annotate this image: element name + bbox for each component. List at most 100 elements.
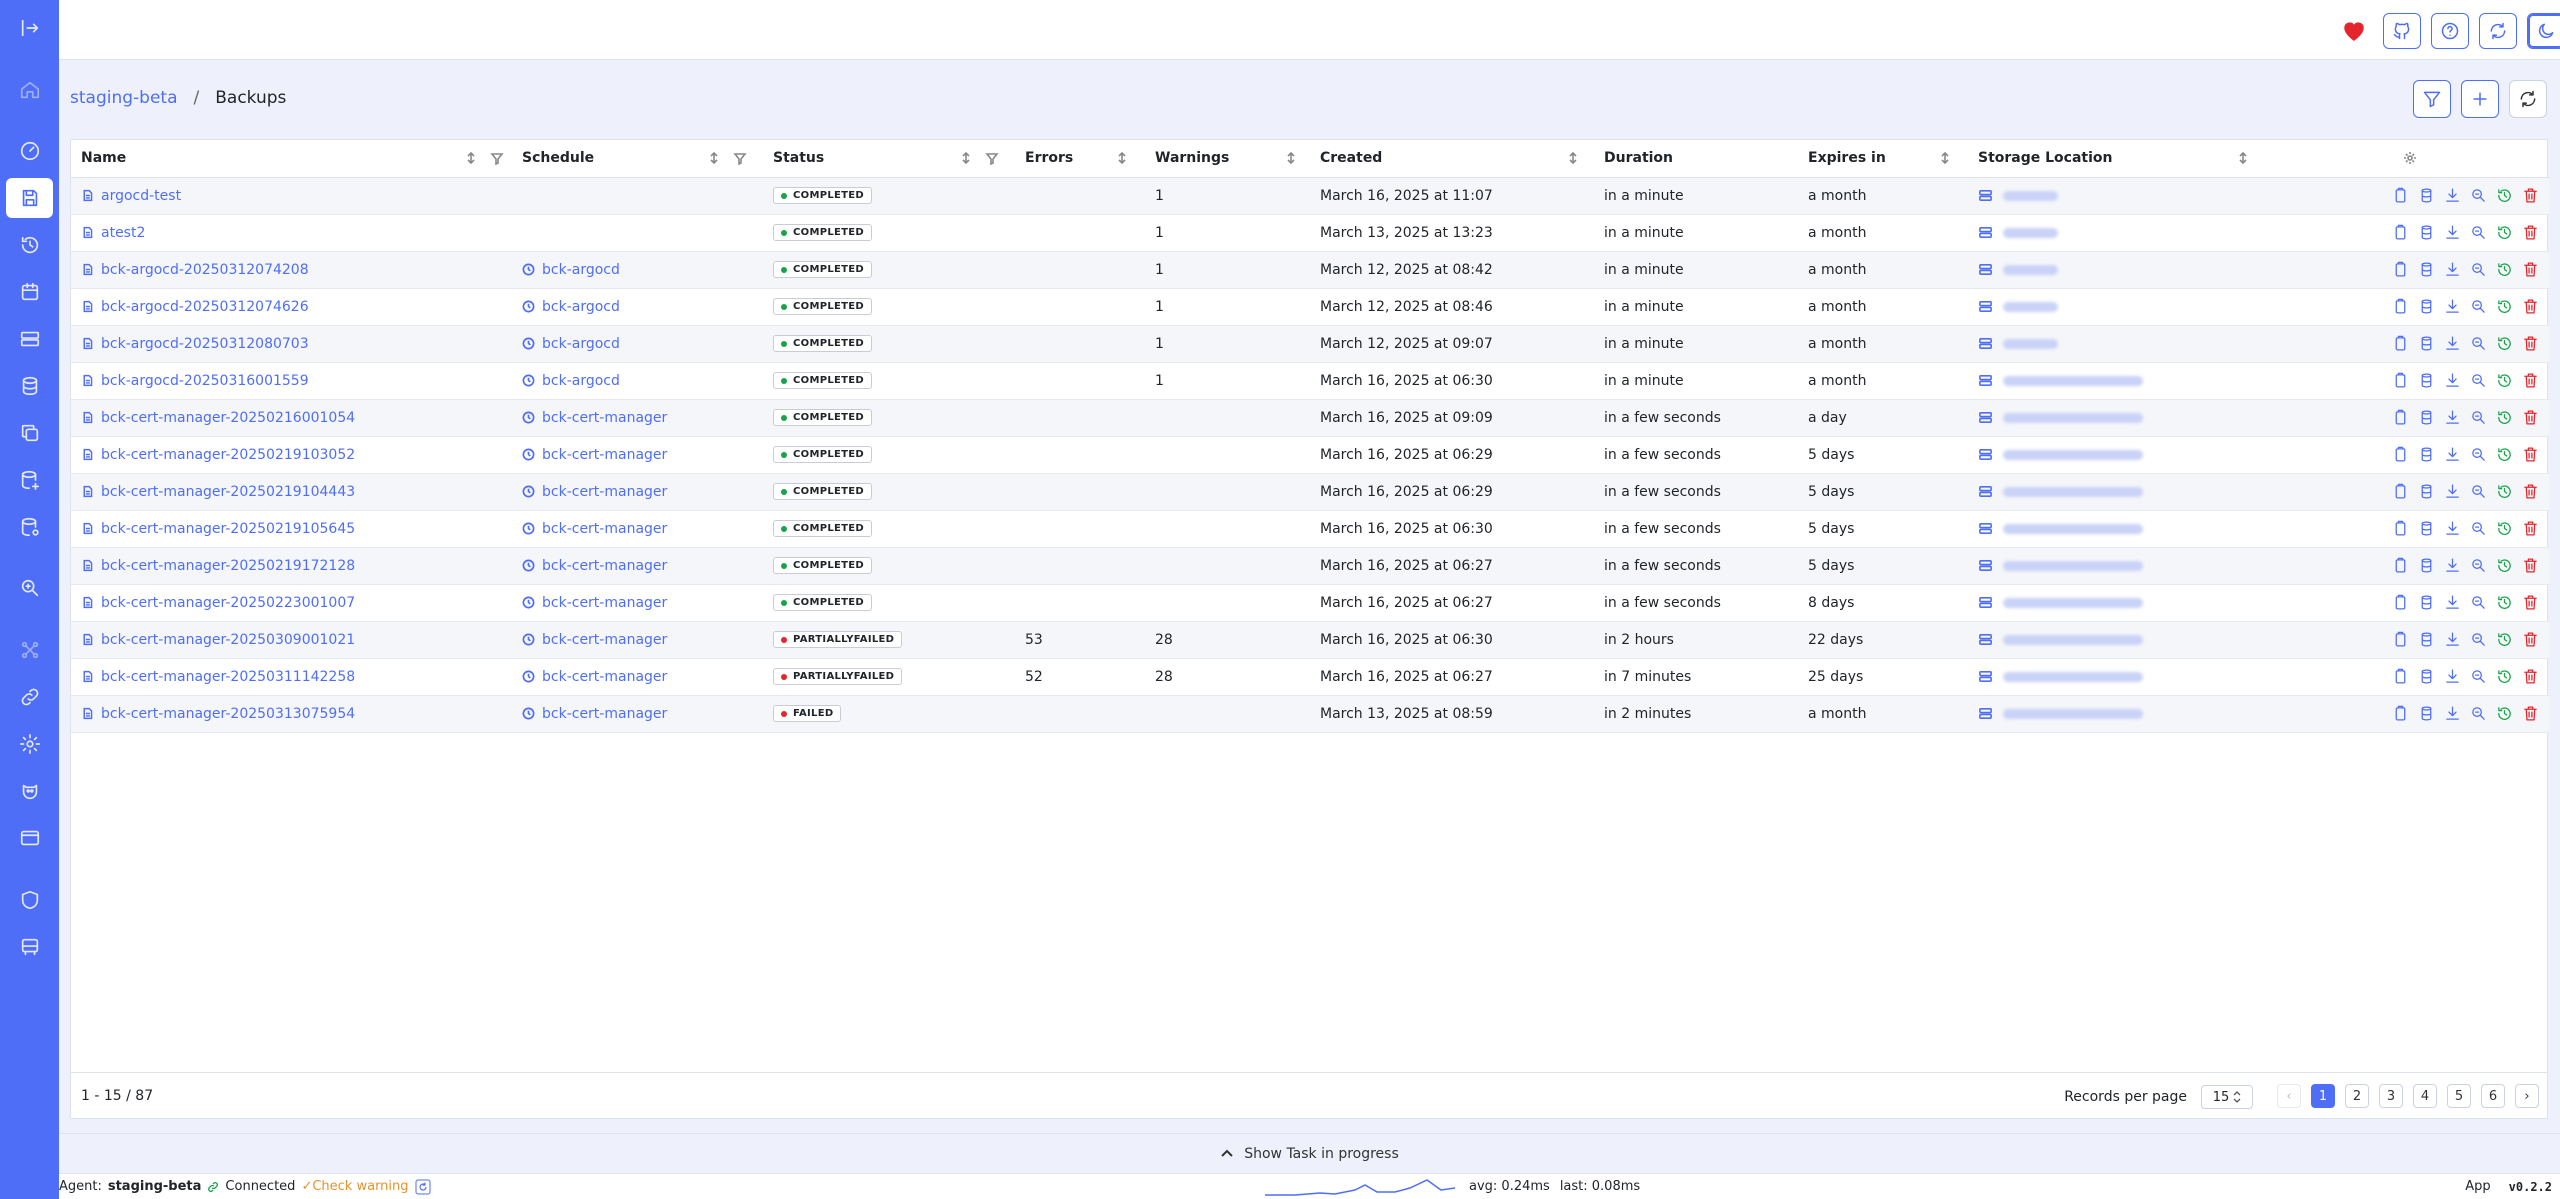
storage-location-link[interactable] xyxy=(1978,521,2298,536)
pagination-page[interactable]: 2 xyxy=(2345,1084,2369,1108)
restore-icon[interactable] xyxy=(2495,594,2513,612)
delete-icon[interactable] xyxy=(2521,372,2539,390)
copy-icon[interactable] xyxy=(2391,557,2409,575)
records-per-page-select[interactable]: 15 xyxy=(2201,1085,2253,1109)
theme-toggle-button[interactable] xyxy=(2527,13,2560,49)
download-icon[interactable] xyxy=(2443,705,2461,723)
schedule-link[interactable]: bck-argocd xyxy=(542,262,620,278)
storage-location-link[interactable] xyxy=(1978,595,2298,610)
logs-icon[interactable] xyxy=(2417,483,2435,501)
storage-location-link[interactable] xyxy=(1978,558,2298,573)
inspect-icon[interactable] xyxy=(2469,261,2487,279)
storage-location-link[interactable] xyxy=(1978,410,2298,425)
backup-name-link[interactable]: bck-cert-manager-20250219103052 xyxy=(101,447,355,463)
table-row[interactable]: bck-cert-manager-20250223001007 bck-cert… xyxy=(71,584,2549,622)
column-header-storage[interactable]: Storage Location xyxy=(1968,140,2308,178)
sort-icon[interactable] xyxy=(1115,151,1129,165)
storage-location-link[interactable] xyxy=(1978,262,2298,277)
sort-icon[interactable] xyxy=(959,151,973,165)
restore-icon[interactable] xyxy=(2495,668,2513,686)
backup-name-link[interactable]: bck-argocd-20250312074208 xyxy=(101,262,309,278)
copy-icon[interactable] xyxy=(2391,705,2409,723)
storage-location-link[interactable] xyxy=(1978,447,2298,462)
column-filter-icon[interactable] xyxy=(490,151,504,165)
column-header-warnings[interactable]: Warnings xyxy=(1145,140,1310,178)
column-settings-icon[interactable] xyxy=(2403,151,2417,165)
restore-icon[interactable] xyxy=(2495,298,2513,316)
column-header-created[interactable]: Created xyxy=(1310,140,1594,178)
settings-icon[interactable] xyxy=(6,724,53,764)
logs-icon[interactable] xyxy=(2417,631,2435,649)
download-icon[interactable] xyxy=(2443,594,2461,612)
download-icon[interactable] xyxy=(2443,298,2461,316)
copy-icon[interactable] xyxy=(2391,335,2409,353)
delete-icon[interactable] xyxy=(2521,668,2539,686)
table-row[interactable]: bck-argocd-20250312074626 bck-argocd COM… xyxy=(71,288,2549,326)
restore-icon[interactable] xyxy=(2495,409,2513,427)
restore-icon[interactable] xyxy=(2495,372,2513,390)
breadcrumb-agent-link[interactable]: staging-beta xyxy=(70,88,178,108)
pagination-page[interactable]: 6 xyxy=(2481,1084,2505,1108)
column-header-duration[interactable]: Duration xyxy=(1594,140,1798,178)
table-row[interactable]: bck-cert-manager-20250313075954 bck-cert… xyxy=(71,695,2549,733)
copy-icon[interactable] xyxy=(2391,631,2409,649)
delete-icon[interactable] xyxy=(2521,705,2539,723)
inspect-icon[interactable] xyxy=(2469,557,2487,575)
check-warning-indicator[interactable]: ✓Check warning xyxy=(301,1179,408,1194)
column-header-name[interactable]: Name xyxy=(71,140,512,178)
table-row[interactable]: argocd-test COMPLETED 1 March 16, 2025 a… xyxy=(71,177,2549,215)
schedules-icon[interactable] xyxy=(6,272,53,312)
table-row[interactable]: bck-cert-manager-20250216001054 bck-cert… xyxy=(71,399,2549,437)
schedule-link[interactable]: bck-cert-manager xyxy=(542,447,667,463)
pagination-page[interactable]: 5 xyxy=(2447,1084,2471,1108)
inspect-icon[interactable] xyxy=(2469,483,2487,501)
storage-location-link[interactable] xyxy=(1978,484,2298,499)
backup-name-link[interactable]: bck-cert-manager-20250219105645 xyxy=(101,521,355,537)
sort-icon[interactable] xyxy=(1938,151,1952,165)
backups-icon[interactable] xyxy=(6,178,53,218)
logs-icon[interactable] xyxy=(2417,668,2435,686)
table-row[interactable]: bck-argocd-20250316001559 bck-argocd COM… xyxy=(71,362,2549,400)
terminal-icon[interactable] xyxy=(6,818,53,858)
restore-icon[interactable] xyxy=(2495,335,2513,353)
backup-name-link[interactable]: bck-cert-manager-20250309001021 xyxy=(101,632,355,648)
download-icon[interactable] xyxy=(2443,335,2461,353)
backup-name-link[interactable]: bck-argocd-20250316001559 xyxy=(101,373,309,389)
delete-icon[interactable] xyxy=(2521,483,2539,501)
download-icon[interactable] xyxy=(2443,261,2461,279)
logs-icon[interactable] xyxy=(2417,298,2435,316)
copies-icon[interactable] xyxy=(6,413,53,453)
inspect-icon[interactable] xyxy=(2469,631,2487,649)
download-icon[interactable] xyxy=(2443,520,2461,538)
download-icon[interactable] xyxy=(2443,224,2461,242)
restore-icon[interactable] xyxy=(2495,261,2513,279)
backup-name-link[interactable]: atest2 xyxy=(101,225,145,241)
copy-icon[interactable] xyxy=(2391,594,2409,612)
schedule-link[interactable]: bck-cert-manager xyxy=(542,595,667,611)
bus-icon[interactable] xyxy=(6,927,53,967)
logs-icon[interactable] xyxy=(2417,594,2435,612)
link-icon[interactable] xyxy=(6,677,53,717)
sort-icon[interactable] xyxy=(1566,151,1580,165)
logs-icon[interactable] xyxy=(2417,705,2435,723)
reload-button[interactable] xyxy=(2479,13,2517,49)
delete-icon[interactable] xyxy=(2521,557,2539,575)
download-icon[interactable] xyxy=(2443,557,2461,575)
sort-icon[interactable] xyxy=(1284,151,1298,165)
logs-icon[interactable] xyxy=(2417,446,2435,464)
restore-icon[interactable] xyxy=(2495,557,2513,575)
logs-icon[interactable] xyxy=(2417,409,2435,427)
logs-icon[interactable] xyxy=(2417,372,2435,390)
copy-icon[interactable] xyxy=(2391,187,2409,205)
backup-name-link[interactable]: argocd-test xyxy=(101,188,181,204)
backup-name-link[interactable]: bck-argocd-20250312074626 xyxy=(101,299,309,315)
schedule-link[interactable]: bck-argocd xyxy=(542,336,620,352)
sort-icon[interactable] xyxy=(2236,151,2250,165)
column-filter-icon[interactable] xyxy=(985,151,999,165)
table-row[interactable]: bck-argocd-20250312080703 bck-argocd COM… xyxy=(71,325,2549,363)
schedule-link[interactable]: bck-argocd xyxy=(542,299,620,315)
sort-icon[interactable] xyxy=(464,151,478,165)
expand-sidebar-icon[interactable] xyxy=(6,8,53,48)
column-header-schedule[interactable]: Schedule xyxy=(512,140,763,178)
download-icon[interactable] xyxy=(2443,409,2461,427)
